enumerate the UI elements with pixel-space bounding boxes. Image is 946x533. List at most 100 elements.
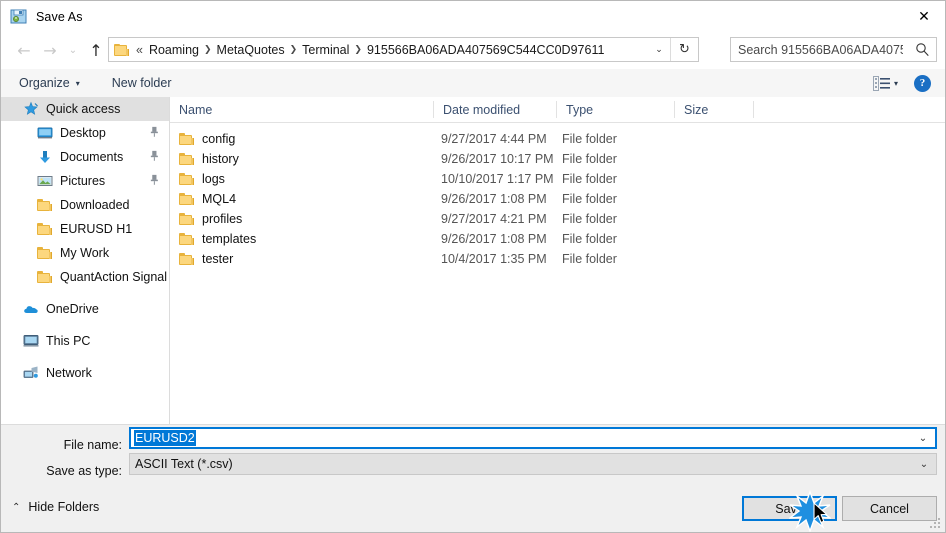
- close-button[interactable]: ✕: [901, 1, 945, 32]
- recent-locations-button[interactable]: ⌄: [63, 38, 83, 64]
- sidebar-item-desktop[interactable]: Desktop: [1, 121, 169, 145]
- sidebar-item-quantaction-signal[interactable]: QuantAction Signal: [1, 265, 169, 289]
- folder-icon: [37, 197, 53, 213]
- save-as-type-value: ASCII Text (*.csv): [135, 457, 233, 471]
- breadcrumb-item-roaming[interactable]: Roaming: [145, 41, 203, 59]
- help-button[interactable]: ?: [914, 74, 931, 92]
- column-header-date-modified[interactable]: Date modified: [434, 97, 556, 122]
- pin-icon[interactable]: [145, 172, 162, 190]
- save-as-type-select[interactable]: ASCII Text (*.csv) ⌄: [129, 453, 937, 475]
- navigation-pane: Quick access Desktop Documents Pictures …: [1, 97, 169, 424]
- sidebar-item-network[interactable]: Network: [1, 361, 169, 385]
- file-type-cell: File folder: [562, 232, 617, 246]
- table-row[interactable]: logs 10/10/2017 1:17 PM File folder: [170, 169, 945, 189]
- column-header-name[interactable]: Name ⌃: [170, 97, 433, 122]
- column-header-label: Size: [684, 102, 709, 117]
- sidebar-item-label: My Work: [60, 246, 110, 260]
- sidebar-item-label: Network: [46, 366, 92, 380]
- address-bar[interactable]: « Roaming ❯ MetaQuotes ❯ Terminal ❯ 9155…: [108, 37, 699, 62]
- column-divider[interactable]: [753, 101, 754, 118]
- breadcrumb-separator[interactable]: ❯: [289, 45, 299, 55]
- table-row[interactable]: templates 9/26/2017 1:08 PM File folder: [170, 229, 945, 249]
- sidebar-item-label: Pictures: [60, 174, 106, 188]
- organize-button[interactable]: Organize ▾: [11, 72, 88, 94]
- folder-icon: [37, 221, 53, 237]
- file-date-cell: 9/27/2017 4:44 PM: [441, 132, 547, 146]
- refresh-icon[interactable]: ↻: [670, 38, 698, 61]
- sidebar-item-eurusd-h1[interactable]: EURUSD H1: [1, 217, 169, 241]
- documents-download-icon: [37, 149, 53, 165]
- folder-icon: [179, 192, 195, 206]
- table-row[interactable]: tester 10/4/2017 1:35 PM File folder: [170, 249, 945, 269]
- sidebar-item-label: Quick access: [46, 102, 121, 116]
- breadcrumb-overflow[interactable]: «: [133, 41, 145, 59]
- table-row[interactable]: history 9/26/2017 10:17 PM File folder: [170, 149, 945, 169]
- cancel-button[interactable]: Cancel: [842, 496, 937, 521]
- save-as-app-icon: [10, 8, 27, 25]
- sidebar-item-downloaded[interactable]: Downloaded: [1, 193, 169, 217]
- folder-icon: [179, 252, 195, 266]
- sidebar-item-onedrive[interactable]: OneDrive: [1, 297, 169, 321]
- help-label: ?: [919, 77, 926, 89]
- table-row[interactable]: config 9/27/2017 4:44 PM File folder: [170, 129, 945, 149]
- breadcrumb-item-terminal-id[interactable]: 915566BA06ADA407569C544CC0D97611: [363, 41, 608, 59]
- view-mode-icon[interactable]: [872, 75, 891, 91]
- chevron-down-icon[interactable]: ⌄: [914, 454, 934, 474]
- folder-icon: [179, 212, 195, 226]
- sidebar-item-this-pc[interactable]: This PC: [1, 329, 169, 353]
- file-name-cell: templates: [179, 232, 256, 246]
- sidebar-item-label: Downloaded: [60, 198, 130, 212]
- file-name-value: EURUSD2: [134, 430, 196, 446]
- column-header-label: Type: [566, 102, 594, 117]
- search-icon: [916, 43, 929, 56]
- search-input[interactable]: [738, 42, 903, 57]
- breadcrumb-separator[interactable]: ❯: [203, 45, 213, 55]
- close-icon: ✕: [918, 8, 930, 25]
- star-pin-icon: [23, 101, 39, 117]
- search-box[interactable]: [730, 37, 937, 62]
- save-as-dialog: Save As ✕ ← → ⌄ ↑ « Roaming ❯ MetaQuotes…: [0, 0, 946, 533]
- file-date-cell: 9/27/2017 4:21 PM: [441, 212, 547, 226]
- sidebar-item-label: This PC: [46, 334, 91, 348]
- pin-icon[interactable]: [145, 124, 162, 142]
- file-type-cell: File folder: [562, 192, 617, 206]
- table-row[interactable]: MQL4 9/26/2017 1:08 PM File folder: [170, 189, 945, 209]
- save-button-label: Save: [775, 501, 804, 516]
- hide-folders-button[interactable]: ⌃ Hide Folders: [12, 500, 99, 514]
- column-header-type[interactable]: Type: [557, 97, 674, 122]
- up-button[interactable]: ↑: [83, 38, 109, 64]
- table-row[interactable]: profiles 9/27/2017 4:21 PM File folder: [170, 209, 945, 229]
- new-folder-button[interactable]: New folder: [104, 72, 180, 94]
- title-bar: Save As ✕: [1, 1, 945, 32]
- sidebar-item-pictures[interactable]: Pictures: [1, 169, 169, 193]
- forward-button[interactable]: →: [37, 38, 63, 64]
- window-title: Save As: [36, 9, 83, 24]
- file-name-cell: MQL4: [179, 192, 236, 206]
- file-type-cell: File folder: [562, 212, 617, 226]
- sidebar-item-my-work[interactable]: My Work: [1, 241, 169, 265]
- file-name-input[interactable]: EURUSD2 ⌄: [129, 427, 937, 449]
- folder-icon: [179, 152, 195, 166]
- organize-label: Organize: [19, 76, 70, 90]
- view-mode-chevron-down-icon[interactable]: ▾: [894, 79, 898, 88]
- breadcrumb-item-metaquotes[interactable]: MetaQuotes: [213, 41, 289, 59]
- file-name-label: profiles: [202, 212, 243, 226]
- back-button[interactable]: ←: [11, 38, 37, 64]
- sidebar-item-label: Documents: [60, 150, 124, 164]
- file-name-label: tester: [202, 252, 234, 266]
- sidebar-item-label: OneDrive: [46, 302, 99, 316]
- breadcrumb-separator[interactable]: ❯: [353, 45, 363, 55]
- sidebar-item-quick-access[interactable]: Quick access: [1, 97, 169, 121]
- file-name-label: config: [202, 132, 236, 146]
- breadcrumb-item-terminal[interactable]: Terminal: [298, 41, 353, 59]
- folder-icon: [179, 132, 195, 146]
- save-button[interactable]: Save: [742, 496, 837, 521]
- pin-icon[interactable]: [145, 148, 162, 166]
- column-header-size[interactable]: Size: [675, 97, 753, 122]
- sidebar-item-documents[interactable]: Documents: [1, 145, 169, 169]
- chevron-down-icon[interactable]: ⌄: [648, 38, 670, 61]
- toolbar: Organize ▾ New folder ▾ ?: [1, 69, 945, 98]
- chevron-down-icon[interactable]: ⌄: [913, 429, 933, 447]
